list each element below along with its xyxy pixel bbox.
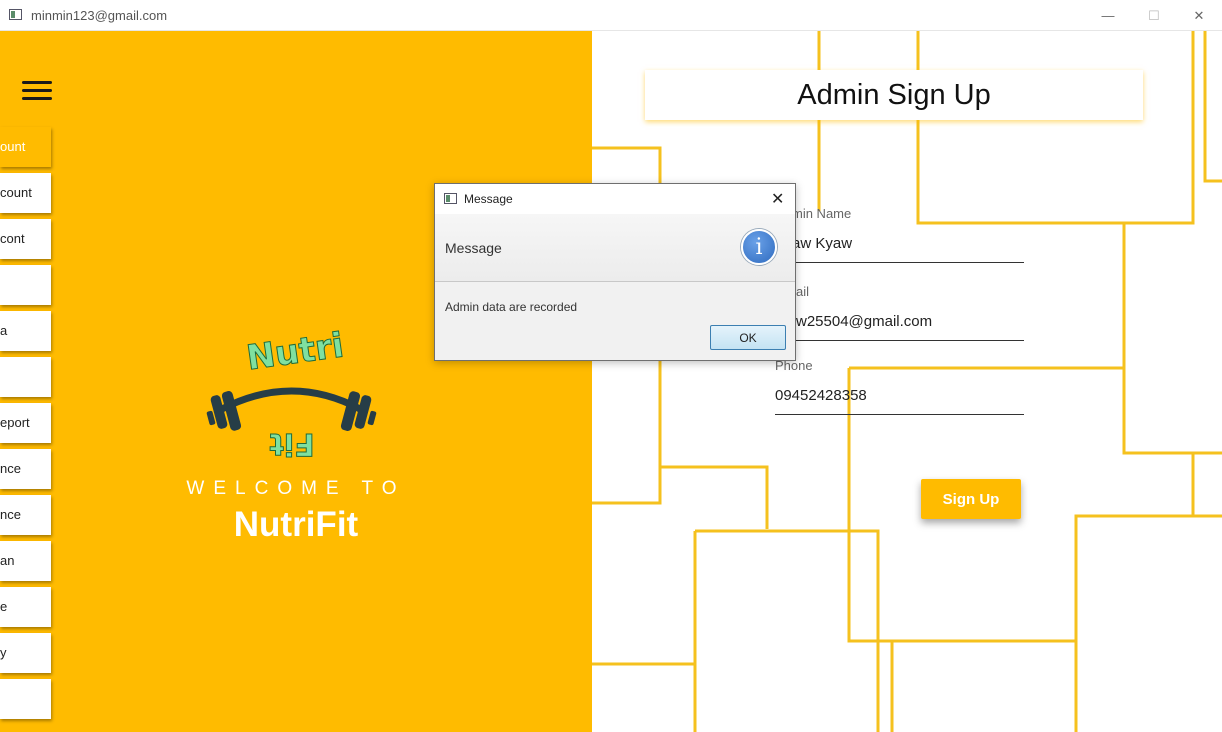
phone-underline (775, 414, 1024, 415)
side-menu-item-4[interactable] (0, 265, 51, 305)
maximize-button[interactable]: ☐ (1131, 0, 1177, 31)
dialog-title: Message (464, 192, 513, 206)
dialog-header: Message i (435, 214, 795, 282)
dialog-close-icon[interactable]: ✕ (771, 189, 784, 209)
page-title: Admin Sign Up (645, 70, 1143, 120)
dialog-message: Admin data are recorded (445, 300, 578, 314)
ok-button[interactable]: OK (710, 325, 786, 350)
side-menu-item-11[interactable]: e (0, 587, 51, 627)
close-window-button[interactable]: ✕ (1176, 0, 1222, 31)
minimize-button[interactable]: — (1085, 0, 1131, 31)
hamburger-menu-icon[interactable] (22, 81, 52, 103)
admin-name-underline (775, 262, 1024, 263)
dialog-header-text: Message (445, 240, 502, 256)
phone-input[interactable]: 09452428358 (775, 387, 867, 404)
welcome-text: WELCOME TO (186, 478, 406, 499)
admin-name-label: min Name (792, 206, 852, 221)
dialog-titlebar: Message ✕ (435, 184, 795, 214)
sign-up-button[interactable]: Sign Up (921, 479, 1021, 519)
side-menu-item-12[interactable]: y (0, 633, 51, 673)
svg-text:Fit: Fit (269, 426, 314, 461)
dialog-app-icon (444, 193, 457, 204)
side-menu-item-10[interactable]: an (0, 541, 51, 581)
brand-name: NutriFit (233, 505, 359, 544)
email-underline (775, 340, 1024, 341)
side-menu-item-6[interactable] (0, 357, 51, 397)
app-icon (9, 9, 22, 20)
message-dialog: Message ✕ Message i Admin data are recor… (434, 183, 796, 361)
window-title: minmin123@gmail.com (31, 8, 168, 23)
decorative-lines (592, 31, 1222, 732)
side-menu-item-7[interactable]: eport (0, 403, 51, 443)
form-panel-background (592, 31, 1222, 732)
side-menu-item-1[interactable]: ount (0, 127, 51, 167)
info-icon: i (741, 229, 777, 265)
email-input[interactable]: w25504@gmail.com (796, 313, 932, 330)
side-menu-item-5[interactable]: a (0, 311, 51, 351)
welcome-panel: ount count cont a eport nce nce an e y N… (0, 31, 592, 732)
side-menu-item-13[interactable] (0, 679, 51, 719)
admin-name-input[interactable]: aw Kyaw (792, 235, 852, 252)
window-titlebar: minmin123@gmail.com — ☐ ✕ (0, 0, 1222, 31)
side-menu-item-2[interactable]: count (0, 173, 51, 213)
svg-text:Nutri: Nutri (244, 325, 346, 378)
nutrifit-logo: Nutri Fit (206, 325, 377, 462)
email-label: ail (796, 284, 810, 299)
side-menu-item-3[interactable]: cont (0, 219, 51, 259)
